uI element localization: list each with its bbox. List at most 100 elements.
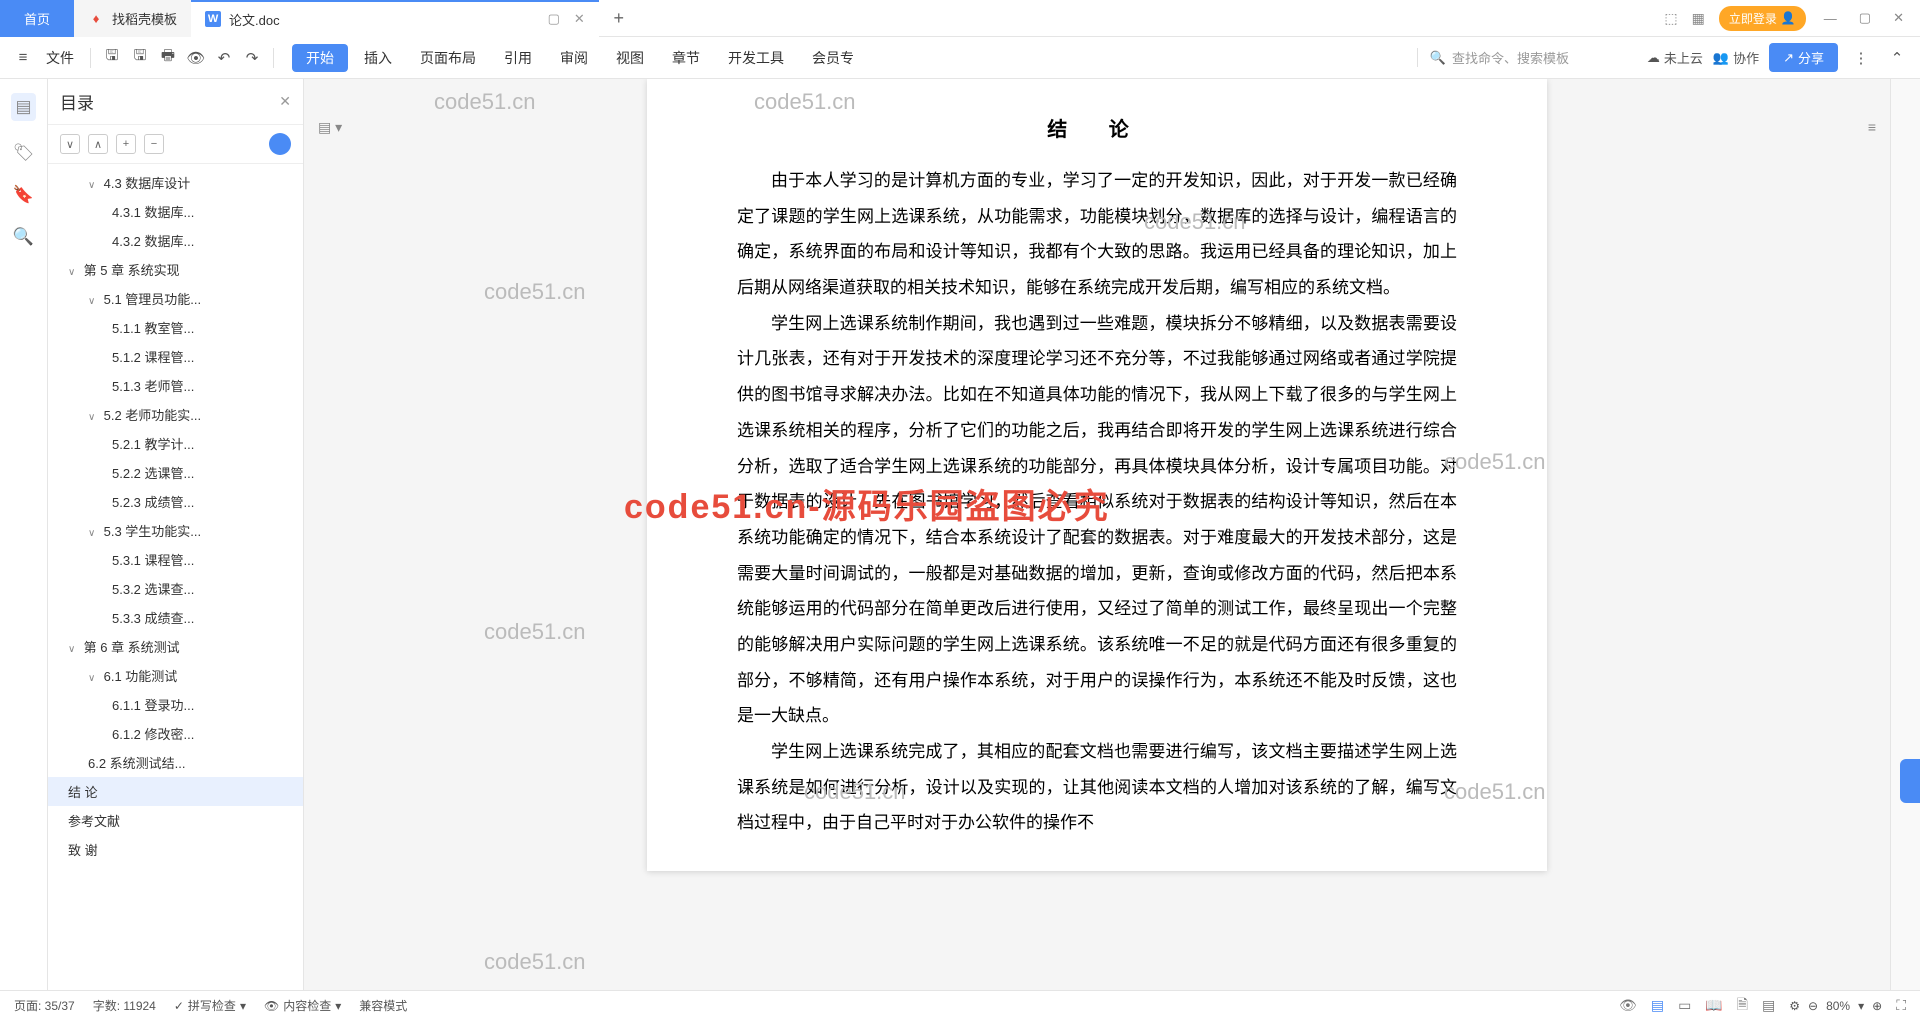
tab-view[interactable]: 视图 xyxy=(604,44,656,72)
ribbon-tabs: 开始 插入 页面布局 引用 审阅 视图 章节 开发工具 会员专 xyxy=(292,44,866,72)
tab-chapter[interactable]: 章节 xyxy=(660,44,712,72)
outline-item[interactable]: 5.2.1 教学计... xyxy=(48,429,303,458)
search-panel-icon[interactable]: 🔍 xyxy=(13,227,34,247)
outline-item[interactable]: 参考文献 xyxy=(48,806,303,835)
view5-icon[interactable]: ▤ xyxy=(1762,997,1775,1014)
outline-icon[interactable]: ▤ xyxy=(11,93,35,121)
zoom-in-button[interactable]: ⊕ xyxy=(1872,999,1882,1013)
zoom-out-button[interactable]: ⊖ xyxy=(1808,999,1818,1013)
tab-start[interactable]: 开始 xyxy=(292,44,348,72)
outline-item[interactable]: ∨ 5.1 管理员功能... xyxy=(48,284,303,313)
outline-item[interactable]: ∨ 4.3 数据库设计 xyxy=(48,168,303,197)
tab-member[interactable]: 会员专 xyxy=(800,44,866,72)
share-button[interactable]: ↗分享 xyxy=(1769,43,1838,72)
layout-icon[interactable]: ⬚ xyxy=(1664,10,1677,27)
cloud-status[interactable]: ☁未上云 xyxy=(1647,48,1703,67)
redo-icon[interactable]: ↷ xyxy=(239,45,265,71)
outline-item[interactable]: 5.1.1 教室管... xyxy=(48,313,303,342)
doc-heading: 结 论 xyxy=(737,109,1457,151)
status-contentcheck[interactable]: 👁内容检查 ▾ xyxy=(264,997,341,1014)
side-handle[interactable] xyxy=(1900,759,1920,803)
page-tool-right-icon[interactable]: ≡ xyxy=(1868,119,1876,135)
new-tab-button[interactable]: + xyxy=(599,8,639,29)
tab-template[interactable]: ♦ 找稻壳模板 xyxy=(74,0,191,37)
save-icon[interactable]: 🖫 xyxy=(99,45,125,71)
watermark: code51.cn xyxy=(484,619,586,645)
outline-item[interactable]: ∨ 第 6 章 系统测试 xyxy=(48,632,303,661)
outline-item[interactable]: ∨ 第 5 章 系统实现 xyxy=(48,255,303,284)
collab-button[interactable]: 👥协作 xyxy=(1713,48,1759,67)
bookmark-icon[interactable]: 🔖 xyxy=(13,185,34,205)
user-icon: 👤 xyxy=(1781,11,1796,25)
outline-item[interactable]: 5.3.2 选课查... xyxy=(48,574,303,603)
content-icon: 👁 xyxy=(264,999,279,1013)
status-compat[interactable]: 兼容模式 xyxy=(359,997,407,1014)
zoom-dropdown-icon[interactable]: ▾ xyxy=(1858,999,1864,1013)
saveas-icon[interactable]: 🖫 xyxy=(127,45,153,71)
tab-document[interactable]: W 论文.doc ▢ ✕ xyxy=(191,0,599,37)
outline-item[interactable]: 5.1.3 老师管... xyxy=(48,371,303,400)
view2-icon[interactable]: ▭ xyxy=(1678,997,1691,1014)
tag-icon[interactable]: 🏷 xyxy=(13,143,35,163)
watermark: code51.cn xyxy=(434,89,536,115)
file-menu[interactable]: 文件 xyxy=(38,48,82,68)
outline-item[interactable]: ∨ 5.2 老师功能实... xyxy=(48,400,303,429)
preview-icon[interactable]: 👁 xyxy=(183,45,209,71)
outline-item[interactable]: 5.3.3 成绩查... xyxy=(48,603,303,632)
zoom-level[interactable]: 80% xyxy=(1826,999,1850,1013)
outline-item[interactable]: 4.3.2 数据库... xyxy=(48,226,303,255)
tab-review[interactable]: 审阅 xyxy=(548,44,600,72)
tab-layout[interactable]: 页面布局 xyxy=(408,44,488,72)
outline-item[interactable]: 5.3.1 课程管... xyxy=(48,545,303,574)
tab-home[interactable]: 首页 xyxy=(0,0,74,37)
zoom-settings-icon[interactable]: ⚙ xyxy=(1789,999,1800,1013)
command-search[interactable]: 🔍 查找命令、搜索模板 xyxy=(1417,48,1637,67)
remove-icon[interactable]: − xyxy=(144,134,164,154)
ai-icon[interactable] xyxy=(269,133,291,155)
tab-close-icon[interactable]: ✕ xyxy=(574,11,585,27)
view4-icon[interactable]: 🗎 xyxy=(1737,994,1748,1018)
outline-item[interactable]: 结 论 xyxy=(48,777,303,806)
outline-item[interactable]: 5.1.2 课程管... xyxy=(48,342,303,371)
outline-item[interactable]: ∨ 6.1 功能测试 xyxy=(48,661,303,690)
eye-icon[interactable]: 👁 xyxy=(1619,997,1637,1014)
grid-icon[interactable]: ▦ xyxy=(1692,10,1705,27)
outline-item[interactable]: 6.1.2 修改密... xyxy=(48,719,303,748)
page-tool-left-icon[interactable]: ▤ ▾ xyxy=(318,119,342,136)
word-icon: W xyxy=(205,11,221,27)
collapse-all-icon[interactable]: ∨ xyxy=(60,134,80,154)
add-icon[interactable]: + xyxy=(116,134,136,154)
outline-item[interactable]: 6.2 系统测试结... xyxy=(48,748,303,777)
tab-window-icon[interactable]: ▢ xyxy=(548,11,560,27)
print-icon[interactable]: 🖶 xyxy=(155,45,181,71)
undo-icon[interactable]: ↶ xyxy=(211,45,237,71)
outline-title: 目录 xyxy=(60,89,279,114)
expand-all-icon[interactable]: ∧ xyxy=(88,134,108,154)
outline-item[interactable]: 5.2.2 选课管... xyxy=(48,458,303,487)
status-words[interactable]: 字数: 11924 xyxy=(93,997,156,1014)
outline-item[interactable]: 4.3.1 数据库... xyxy=(48,197,303,226)
outline-tree: ∨ 4.3 数据库设计 4.3.1 数据库... 4.3.2 数据库...∨ 第… xyxy=(48,164,303,990)
minimize-button[interactable]: — xyxy=(1820,11,1841,26)
more-icon[interactable]: ⋮ xyxy=(1848,45,1874,71)
login-button[interactable]: 立即登录👤 xyxy=(1719,6,1806,31)
outline-item[interactable]: 6.1.1 登录功... xyxy=(48,690,303,719)
hamburger-icon[interactable]: ≡ xyxy=(10,45,36,71)
outline-close-icon[interactable]: ✕ xyxy=(279,93,291,110)
tab-reference[interactable]: 引用 xyxy=(492,44,544,72)
status-spellcheck[interactable]: ✓拼写检查 ▾ xyxy=(174,997,246,1014)
outline-item[interactable]: 5.2.3 成绩管... xyxy=(48,487,303,516)
status-page[interactable]: 页面: 35/37 xyxy=(14,997,75,1014)
view3-icon[interactable]: 📖 xyxy=(1705,997,1722,1014)
tab-devtools[interactable]: 开发工具 xyxy=(716,44,796,72)
maximize-button[interactable]: ▢ xyxy=(1855,10,1875,26)
outline-item[interactable]: 致 谢 xyxy=(48,835,303,864)
collapse-icon[interactable]: ⌃ xyxy=(1884,45,1910,71)
outline-item[interactable]: ∨ 5.3 学生功能实... xyxy=(48,516,303,545)
search-icon: 🔍 xyxy=(1430,50,1446,66)
fullscreen-icon[interactable]: ⛶ xyxy=(1896,997,1906,1014)
close-button[interactable]: ✕ xyxy=(1889,10,1908,26)
watermark: code51.cn xyxy=(484,949,586,975)
tab-insert[interactable]: 插入 xyxy=(352,44,404,72)
view1-icon[interactable]: ▤ xyxy=(1651,997,1664,1014)
